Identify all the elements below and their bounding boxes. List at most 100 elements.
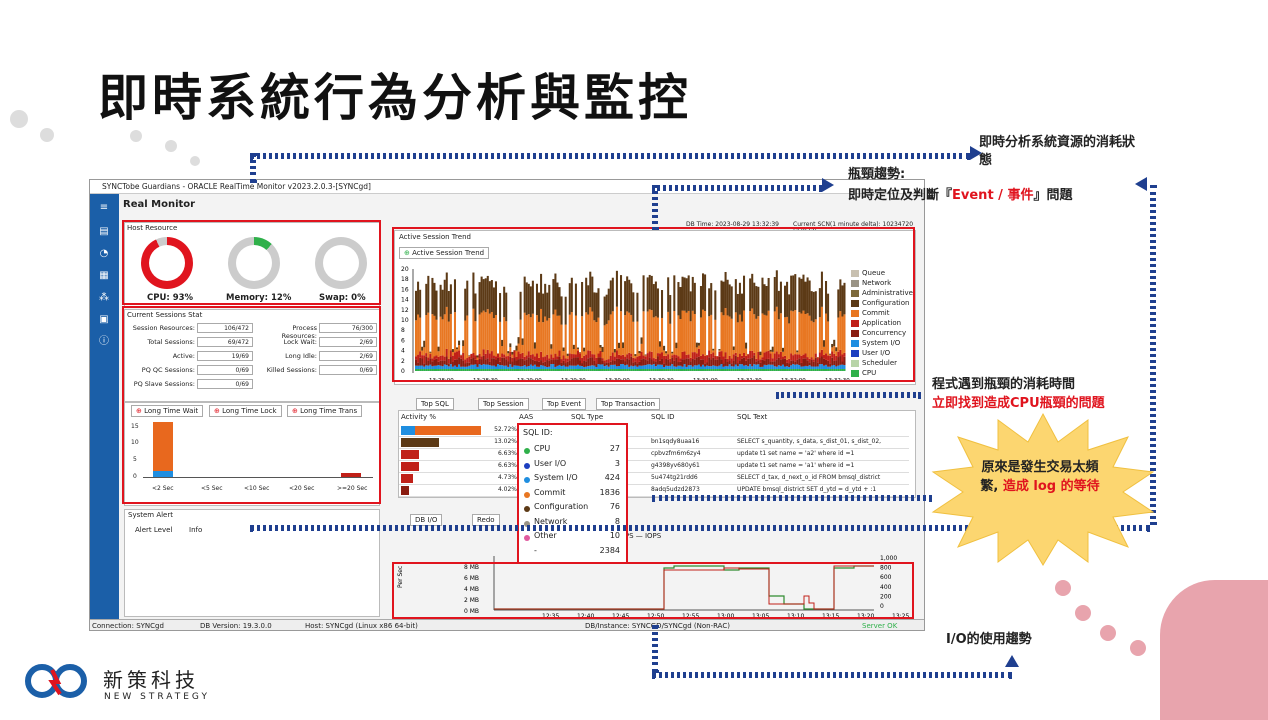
deco-dot — [1100, 625, 1116, 641]
alert-label: System Alert — [128, 511, 173, 519]
row-divider — [399, 436, 909, 437]
tooltip-key: Configuration — [534, 502, 588, 511]
menu-icon[interactable]: ≡ — [97, 202, 111, 214]
tooltip-key: User I/O — [534, 459, 566, 468]
col-sql-text: SQL Text — [737, 413, 767, 421]
tooltip-header: SQL ID: — [523, 428, 553, 437]
tooltip-row: - 2384 — [524, 546, 624, 560]
info-icon[interactable]: ⓘ — [97, 336, 111, 348]
tree-icon[interactable]: ⁂ — [97, 292, 111, 304]
tab-top-session[interactable]: Top Session — [478, 398, 529, 410]
db-icon[interactable]: ▤ — [97, 226, 111, 238]
row-pct: 6.63% — [487, 462, 517, 469]
activity-bar — [401, 462, 419, 471]
status-host: Host: SYNCgd (Linux x86 64-bit) — [305, 620, 418, 631]
activity-bar — [401, 486, 409, 495]
activity-bar — [401, 474, 413, 483]
logo-mark — [22, 660, 92, 702]
row-divider — [399, 460, 909, 461]
row-sql-id[interactable]: cpbvzfm6m6zy4 — [651, 450, 701, 457]
tooltip-value: 27 — [610, 444, 620, 453]
tab-top-event[interactable]: Top Event — [542, 398, 586, 410]
sql-tooltip: SQL ID: CPU27User I/O3System I/O424Commi… — [517, 423, 628, 564]
row-sql-text: SELECT s_quantity, s_data, s_dist_01, s_… — [737, 438, 907, 445]
callout-bottleneck: 即時定位及判斷『Event / 事件』問題 — [848, 184, 1072, 203]
row-sql-id[interactable]: 8adq5udzd2873 — [651, 486, 700, 493]
leader-line — [250, 153, 256, 183]
leader-line — [652, 185, 658, 230]
deco-dot — [10, 110, 28, 128]
gauge-icon[interactable]: ◔ — [97, 248, 111, 260]
alert-col-level: Alert Level — [135, 526, 172, 534]
arrow-icon — [1005, 655, 1019, 667]
callout-resource: 即時分析系統資源的消耗狀態 — [979, 134, 1144, 170]
callout-bottleneck-title: 瓶頸趨勢: — [848, 163, 905, 182]
row-sql-text: update t1 set name = 'a2' where id =1 — [737, 450, 907, 457]
leader-line — [652, 672, 1012, 678]
col-aas: AAS — [519, 413, 533, 421]
deco-dot — [165, 140, 177, 152]
tooltip-dot — [524, 535, 530, 541]
left-nav: ≡ ▤ ◔ ▦ ⁂ ▣ ⓘ — [90, 194, 119, 619]
page-heading: Real Monitor — [123, 199, 195, 210]
highlight-trend — [392, 227, 915, 382]
row-sql-id[interactable]: 5u474tg21rdd6 — [651, 474, 698, 481]
slide-title: 即時系統行為分析與監控 — [98, 58, 692, 130]
row-pct: 4.73% — [487, 474, 517, 481]
tooltip-value: 3 — [615, 459, 620, 468]
activity-bar — [401, 438, 439, 447]
row-sql-text: UPDATE bmsql_district SET d_ytd = d_ytd … — [737, 486, 907, 493]
tooltip-key: Commit — [534, 488, 565, 497]
col-sql-type: SQL Type — [571, 413, 603, 421]
burst-text: 原來是發生交易太頻繁, 造成 log 的等待 — [980, 458, 1100, 496]
tooltip-dot — [524, 463, 530, 469]
highlight-sessions — [122, 306, 381, 504]
logo-name: 新策科技 — [103, 664, 199, 693]
row-sql-id[interactable]: g4398yv680y61 — [651, 462, 700, 469]
deco-dot — [1055, 580, 1071, 596]
alert-col-info: Info — [189, 526, 202, 534]
callout-time: 程式遇到瓶頸的消耗時間 — [932, 373, 1075, 392]
status-version: DB Version: 19.3.0.0 — [200, 620, 272, 631]
deco-dot — [1160, 580, 1268, 720]
tooltip-dot — [524, 477, 530, 483]
callout-cpu: 立即找到造成CPU瓶頸的問題 — [932, 392, 1105, 411]
callout-io: I/O的使用趨勢 — [946, 628, 1032, 647]
row-pct: 52.72% — [487, 426, 517, 433]
tooltip-value: 1836 — [600, 488, 620, 497]
tooltip-row: User I/O 3 — [524, 459, 624, 473]
leader-line — [776, 392, 921, 398]
deco-dot — [190, 156, 200, 166]
tooltip-value: 2384 — [600, 546, 620, 555]
leader-line — [250, 153, 970, 159]
arrow-icon — [822, 178, 834, 192]
highlight-host — [122, 220, 381, 305]
network-icon[interactable]: ▦ — [97, 270, 111, 282]
leader-line — [652, 185, 822, 191]
tooltip-key: - — [534, 546, 537, 555]
tooltip-key: Other — [534, 531, 557, 540]
tooltip-key: System I/O — [534, 473, 578, 482]
activity-bar-io — [401, 426, 415, 435]
row-pct: 13.02% — [487, 438, 517, 445]
status-connection: Connection: SYNCgd — [92, 620, 164, 631]
row-sql-id[interactable]: bn1sqdy8uaa16 — [651, 438, 699, 445]
tab-top-transaction[interactable]: Top Transaction — [596, 398, 660, 410]
row-divider — [399, 472, 909, 473]
tooltip-value: 10 — [610, 531, 620, 540]
y2-tick: 1,000 — [880, 555, 897, 562]
status-bar: Connection: SYNCgd DB Version: 19.3.0.0 … — [90, 619, 925, 631]
chart-icon[interactable]: ▣ — [97, 314, 111, 326]
row-divider — [399, 484, 909, 485]
deco-dot — [1130, 640, 1146, 656]
row-sql-text: SELECT d_tax, d_next_o_id FROM bmsql_dis… — [737, 474, 907, 481]
arrow-icon — [1135, 177, 1147, 191]
row-pct: 6.63% — [487, 450, 517, 457]
col-sql-id: SQL ID — [651, 413, 675, 421]
tab-top-sql[interactable]: Top SQL — [416, 398, 454, 410]
activity-bar — [401, 426, 481, 435]
activity-bar — [401, 450, 419, 459]
tooltip-key: CPU — [534, 444, 550, 453]
deco-dot — [40, 128, 54, 142]
deco-dot — [130, 130, 142, 142]
